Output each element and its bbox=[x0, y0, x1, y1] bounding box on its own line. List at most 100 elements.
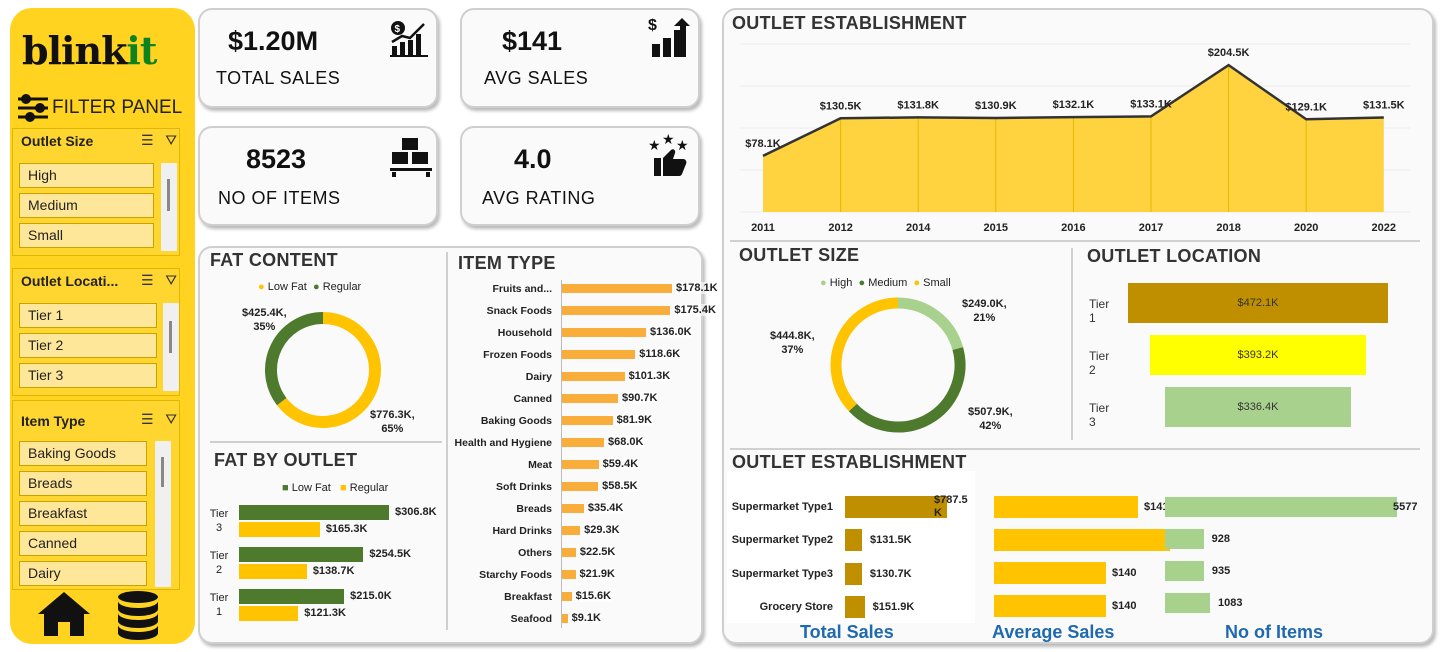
clear-filter-icon[interactable]: ⛛ bbox=[165, 132, 177, 148]
multiselect-icon[interactable]: ☰ bbox=[141, 272, 154, 288]
bar-value-label: $472.1K bbox=[1237, 297, 1279, 309]
bar-value-label: $22.5K bbox=[579, 546, 616, 558]
sales-chart-icon: $ bbox=[390, 21, 428, 57]
outlet-establishment-area-chart: $78.1K $130.5K $131.8K $130.9K $132.1K $133.1… bbox=[740, 43, 1410, 234]
bar bbox=[562, 394, 619, 403]
bar-value-label: $151.9K bbox=[872, 601, 915, 613]
bar bbox=[562, 614, 568, 623]
slicer-item[interactable]: Tier 3 bbox=[19, 363, 157, 388]
kpi-value: $1.20M bbox=[228, 26, 319, 56]
donut-value-label: $776.3K, bbox=[370, 409, 415, 421]
bar bbox=[994, 529, 1170, 551]
slicer-scrollbar[interactable] bbox=[155, 441, 171, 587]
bar bbox=[239, 564, 307, 579]
slicer-item[interactable]: Tier 2 bbox=[19, 333, 157, 358]
row-label: Supermarket Type3 bbox=[731, 568, 833, 580]
slicer-title: Item Type bbox=[21, 413, 86, 429]
category-label: Health and Hygiene bbox=[454, 437, 552, 449]
slicer-item[interactable]: Tier 1 bbox=[19, 303, 157, 328]
kpi-card-avg-sales: $141 AVG SALES $ bbox=[460, 8, 700, 108]
bar bbox=[845, 496, 947, 518]
panel-divider bbox=[730, 240, 1420, 242]
donut-pct-label: 37% bbox=[781, 344, 804, 356]
bar bbox=[239, 606, 299, 621]
bar-value-label: $130.7K bbox=[869, 568, 912, 580]
sliders-icon bbox=[18, 94, 48, 122]
slicer-item[interactable]: Breakfast bbox=[19, 501, 147, 526]
category-label: Seafood bbox=[510, 613, 552, 625]
bar-value-label: $59.4K bbox=[602, 458, 639, 470]
clear-filter-icon[interactable]: ⛛ bbox=[165, 411, 177, 427]
category-label: Baking Goods bbox=[480, 415, 552, 427]
bar-value-label: $178.1K bbox=[676, 282, 718, 294]
size-high-label: $249.0K, 21% bbox=[962, 297, 1007, 325]
x-tick-label: 2012 bbox=[828, 222, 852, 234]
bar-value-label: $101.3K bbox=[628, 370, 671, 382]
slicer-item[interactable]: Dairy bbox=[19, 561, 147, 586]
fat-by-outlet-legend: ■ Low Fat ■ Regular bbox=[282, 482, 388, 494]
panel-divider bbox=[1071, 248, 1073, 440]
bar bbox=[562, 460, 599, 469]
size-small-label: $444.8K, 37% bbox=[770, 329, 815, 357]
slicer-item[interactable]: High bbox=[19, 163, 154, 188]
donut-slice bbox=[897, 297, 964, 351]
slicer-tools: ☰ ⛛ bbox=[141, 411, 177, 428]
donut-pct-label: 65% bbox=[381, 423, 404, 435]
bar-value-label: $29.3K bbox=[584, 524, 620, 536]
category-label: Breads bbox=[516, 503, 552, 515]
filter-panel-label: FILTER PANEL bbox=[52, 97, 183, 118]
bar bbox=[562, 526, 581, 535]
bar bbox=[1165, 561, 1204, 581]
database-icon[interactable] bbox=[116, 590, 160, 640]
bar bbox=[239, 505, 389, 520]
x-tick-label: 2018 bbox=[1216, 222, 1240, 234]
bar-value-label: $21.9K bbox=[579, 568, 615, 580]
slicer-scrollbar[interactable] bbox=[161, 163, 177, 251]
svg-text:$: $ bbox=[648, 17, 657, 34]
bar-value-label: $35.4K bbox=[587, 502, 624, 514]
slicer-item[interactable]: Baking Goods bbox=[19, 441, 147, 466]
bar bbox=[562, 284, 672, 293]
bar-value-label: $68.0K bbox=[607, 436, 644, 448]
bar-value-label: 935 bbox=[1211, 565, 1231, 577]
legend-label: Small bbox=[923, 277, 951, 289]
slicer-item[interactable]: Small bbox=[19, 223, 154, 248]
category-label: Fruits and... bbox=[492, 283, 552, 295]
slicer-item[interactable]: Medium bbox=[19, 193, 154, 218]
category-label: Tier 3 bbox=[1089, 401, 1110, 429]
slicer-item[interactable]: Breads bbox=[19, 471, 147, 496]
area-data-label: $78.1K bbox=[745, 138, 781, 150]
x-tick-label: 2017 bbox=[1139, 222, 1163, 234]
legend-label: Medium bbox=[868, 277, 908, 289]
donut-pct-label: 35% bbox=[253, 321, 276, 333]
clear-filter-icon[interactable]: ⛛ bbox=[165, 272, 177, 288]
slicer-item[interactable]: Canned bbox=[19, 531, 147, 556]
bar-value-label: $9.1K bbox=[571, 612, 601, 624]
fat-regular-label: $425.4K, 35% bbox=[242, 306, 287, 334]
multiselect-icon[interactable]: ☰ bbox=[141, 132, 154, 148]
panel-divider bbox=[730, 448, 1420, 450]
area-data-label: $129.1K bbox=[1285, 101, 1327, 113]
bar bbox=[562, 350, 636, 359]
donut-slice bbox=[848, 347, 966, 433]
bar bbox=[562, 438, 604, 447]
category-label: Tier 1 bbox=[209, 592, 229, 618]
donut-slices bbox=[830, 297, 966, 433]
multiselect-icon[interactable]: ☰ bbox=[141, 411, 154, 427]
bar bbox=[562, 504, 584, 513]
bar-value-label: $136.0K bbox=[649, 326, 692, 338]
category-label: Snack Foods bbox=[486, 305, 552, 317]
x-tick-label: 2011 bbox=[751, 222, 775, 234]
area-x-ticks: 2011 2012 2014 2015 2016 2017 2018 2020 2022 bbox=[751, 222, 1396, 234]
bar-value-label: $140 bbox=[1112, 567, 1137, 579]
kpi-label: TOTAL SALES bbox=[216, 68, 341, 88]
bar bbox=[994, 595, 1106, 617]
bar bbox=[239, 522, 320, 537]
outlet-size-donut bbox=[830, 297, 966, 433]
x-tick-label: 2016 bbox=[1061, 222, 1085, 234]
slicer-scrollbar[interactable] bbox=[163, 303, 179, 391]
category-label: Meat bbox=[528, 459, 552, 471]
size-medium-label: $507.9K, 42% bbox=[968, 405, 1013, 433]
legend-dot: ● bbox=[312, 281, 320, 293]
home-icon[interactable] bbox=[36, 590, 92, 638]
